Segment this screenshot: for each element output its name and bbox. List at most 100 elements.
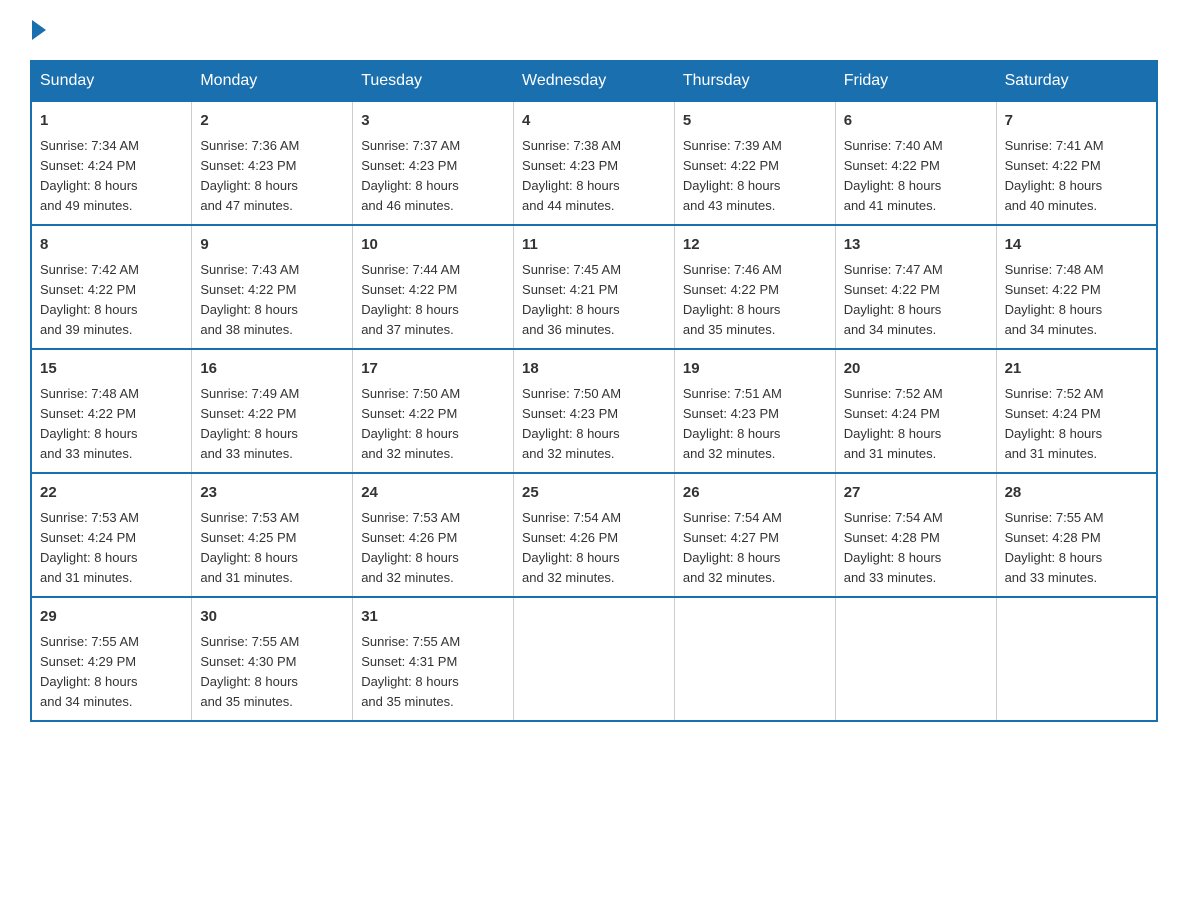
day-number: 5: [683, 110, 827, 133]
col-header-friday: Friday: [835, 61, 996, 101]
calendar-cell: 20 Sunrise: 7:52 AMSunset: 4:24 PMDaylig…: [835, 349, 996, 473]
calendar-cell: 28 Sunrise: 7:55 AMSunset: 4:28 PMDaylig…: [996, 473, 1157, 597]
calendar-cell: 2 Sunrise: 7:36 AMSunset: 4:23 PMDayligh…: [192, 101, 353, 225]
day-number: 20: [844, 358, 988, 381]
day-info: Sunrise: 7:49 AMSunset: 4:22 PMDaylight:…: [200, 386, 299, 461]
day-info: Sunrise: 7:36 AMSunset: 4:23 PMDaylight:…: [200, 138, 299, 213]
day-info: Sunrise: 7:51 AMSunset: 4:23 PMDaylight:…: [683, 386, 782, 461]
day-info: Sunrise: 7:48 AMSunset: 4:22 PMDaylight:…: [40, 386, 139, 461]
logo: [30, 20, 46, 40]
calendar-cell: 18 Sunrise: 7:50 AMSunset: 4:23 PMDaylig…: [514, 349, 675, 473]
day-info: Sunrise: 7:53 AMSunset: 4:24 PMDaylight:…: [40, 510, 139, 585]
day-number: 6: [844, 110, 988, 133]
day-number: 29: [40, 606, 183, 629]
calendar-cell: 12 Sunrise: 7:46 AMSunset: 4:22 PMDaylig…: [674, 225, 835, 349]
calendar-cell: 5 Sunrise: 7:39 AMSunset: 4:22 PMDayligh…: [674, 101, 835, 225]
day-number: 18: [522, 358, 666, 381]
calendar-cell: 14 Sunrise: 7:48 AMSunset: 4:22 PMDaylig…: [996, 225, 1157, 349]
calendar-cell: 17 Sunrise: 7:50 AMSunset: 4:22 PMDaylig…: [353, 349, 514, 473]
col-header-wednesday: Wednesday: [514, 61, 675, 101]
day-info: Sunrise: 7:42 AMSunset: 4:22 PMDaylight:…: [40, 262, 139, 337]
calendar-header-row: SundayMondayTuesdayWednesdayThursdayFrid…: [31, 61, 1157, 101]
day-info: Sunrise: 7:54 AMSunset: 4:28 PMDaylight:…: [844, 510, 943, 585]
calendar-cell: 22 Sunrise: 7:53 AMSunset: 4:24 PMDaylig…: [31, 473, 192, 597]
calendar-week-row: 15 Sunrise: 7:48 AMSunset: 4:22 PMDaylig…: [31, 349, 1157, 473]
calendar-cell: 4 Sunrise: 7:38 AMSunset: 4:23 PMDayligh…: [514, 101, 675, 225]
day-info: Sunrise: 7:41 AMSunset: 4:22 PMDaylight:…: [1005, 138, 1104, 213]
calendar-cell: 7 Sunrise: 7:41 AMSunset: 4:22 PMDayligh…: [996, 101, 1157, 225]
day-number: 14: [1005, 234, 1148, 257]
col-header-tuesday: Tuesday: [353, 61, 514, 101]
day-number: 4: [522, 110, 666, 133]
col-header-thursday: Thursday: [674, 61, 835, 101]
day-info: Sunrise: 7:55 AMSunset: 4:29 PMDaylight:…: [40, 634, 139, 709]
day-number: 30: [200, 606, 344, 629]
calendar-cell: 19 Sunrise: 7:51 AMSunset: 4:23 PMDaylig…: [674, 349, 835, 473]
day-info: Sunrise: 7:53 AMSunset: 4:25 PMDaylight:…: [200, 510, 299, 585]
calendar-cell: 3 Sunrise: 7:37 AMSunset: 4:23 PMDayligh…: [353, 101, 514, 225]
calendar-cell: 24 Sunrise: 7:53 AMSunset: 4:26 PMDaylig…: [353, 473, 514, 597]
calendar-cell: 13 Sunrise: 7:47 AMSunset: 4:22 PMDaylig…: [835, 225, 996, 349]
day-info: Sunrise: 7:52 AMSunset: 4:24 PMDaylight:…: [1005, 386, 1104, 461]
day-info: Sunrise: 7:40 AMSunset: 4:22 PMDaylight:…: [844, 138, 943, 213]
day-number: 22: [40, 482, 183, 505]
page-header: [30, 20, 1158, 40]
day-info: Sunrise: 7:47 AMSunset: 4:22 PMDaylight:…: [844, 262, 943, 337]
day-number: 3: [361, 110, 505, 133]
logo-triangle-icon: [32, 20, 46, 40]
day-number: 23: [200, 482, 344, 505]
day-number: 17: [361, 358, 505, 381]
day-info: Sunrise: 7:54 AMSunset: 4:26 PMDaylight:…: [522, 510, 621, 585]
calendar-cell: 15 Sunrise: 7:48 AMSunset: 4:22 PMDaylig…: [31, 349, 192, 473]
day-number: 26: [683, 482, 827, 505]
day-number: 11: [522, 234, 666, 257]
day-info: Sunrise: 7:46 AMSunset: 4:22 PMDaylight:…: [683, 262, 782, 337]
calendar-cell: 16 Sunrise: 7:49 AMSunset: 4:22 PMDaylig…: [192, 349, 353, 473]
calendar-cell: [514, 597, 675, 721]
day-number: 27: [844, 482, 988, 505]
calendar-cell: 8 Sunrise: 7:42 AMSunset: 4:22 PMDayligh…: [31, 225, 192, 349]
day-number: 9: [200, 234, 344, 257]
day-info: Sunrise: 7:54 AMSunset: 4:27 PMDaylight:…: [683, 510, 782, 585]
day-number: 12: [683, 234, 827, 257]
day-info: Sunrise: 7:52 AMSunset: 4:24 PMDaylight:…: [844, 386, 943, 461]
calendar-cell: 25 Sunrise: 7:54 AMSunset: 4:26 PMDaylig…: [514, 473, 675, 597]
day-number: 24: [361, 482, 505, 505]
col-header-monday: Monday: [192, 61, 353, 101]
calendar-cell: 30 Sunrise: 7:55 AMSunset: 4:30 PMDaylig…: [192, 597, 353, 721]
col-header-sunday: Sunday: [31, 61, 192, 101]
calendar-cell: 11 Sunrise: 7:45 AMSunset: 4:21 PMDaylig…: [514, 225, 675, 349]
day-info: Sunrise: 7:45 AMSunset: 4:21 PMDaylight:…: [522, 262, 621, 337]
calendar-cell: 27 Sunrise: 7:54 AMSunset: 4:28 PMDaylig…: [835, 473, 996, 597]
calendar-cell: 31 Sunrise: 7:55 AMSunset: 4:31 PMDaylig…: [353, 597, 514, 721]
day-info: Sunrise: 7:43 AMSunset: 4:22 PMDaylight:…: [200, 262, 299, 337]
day-number: 10: [361, 234, 505, 257]
calendar-cell: 10 Sunrise: 7:44 AMSunset: 4:22 PMDaylig…: [353, 225, 514, 349]
day-number: 21: [1005, 358, 1148, 381]
day-info: Sunrise: 7:53 AMSunset: 4:26 PMDaylight:…: [361, 510, 460, 585]
day-info: Sunrise: 7:39 AMSunset: 4:22 PMDaylight:…: [683, 138, 782, 213]
day-number: 28: [1005, 482, 1148, 505]
calendar-week-row: 1 Sunrise: 7:34 AMSunset: 4:24 PMDayligh…: [31, 101, 1157, 225]
calendar-cell: 6 Sunrise: 7:40 AMSunset: 4:22 PMDayligh…: [835, 101, 996, 225]
day-info: Sunrise: 7:55 AMSunset: 4:28 PMDaylight:…: [1005, 510, 1104, 585]
day-info: Sunrise: 7:44 AMSunset: 4:22 PMDaylight:…: [361, 262, 460, 337]
day-info: Sunrise: 7:38 AMSunset: 4:23 PMDaylight:…: [522, 138, 621, 213]
day-number: 15: [40, 358, 183, 381]
day-number: 25: [522, 482, 666, 505]
day-number: 13: [844, 234, 988, 257]
calendar-cell: 23 Sunrise: 7:53 AMSunset: 4:25 PMDaylig…: [192, 473, 353, 597]
calendar-cell: 9 Sunrise: 7:43 AMSunset: 4:22 PMDayligh…: [192, 225, 353, 349]
day-number: 31: [361, 606, 505, 629]
day-number: 1: [40, 110, 183, 133]
day-number: 8: [40, 234, 183, 257]
day-number: 7: [1005, 110, 1148, 133]
day-number: 16: [200, 358, 344, 381]
day-info: Sunrise: 7:50 AMSunset: 4:23 PMDaylight:…: [522, 386, 621, 461]
calendar-week-row: 29 Sunrise: 7:55 AMSunset: 4:29 PMDaylig…: [31, 597, 1157, 721]
calendar-week-row: 8 Sunrise: 7:42 AMSunset: 4:22 PMDayligh…: [31, 225, 1157, 349]
day-info: Sunrise: 7:48 AMSunset: 4:22 PMDaylight:…: [1005, 262, 1104, 337]
calendar-table: SundayMondayTuesdayWednesdayThursdayFrid…: [30, 60, 1158, 722]
calendar-cell: 21 Sunrise: 7:52 AMSunset: 4:24 PMDaylig…: [996, 349, 1157, 473]
day-number: 19: [683, 358, 827, 381]
